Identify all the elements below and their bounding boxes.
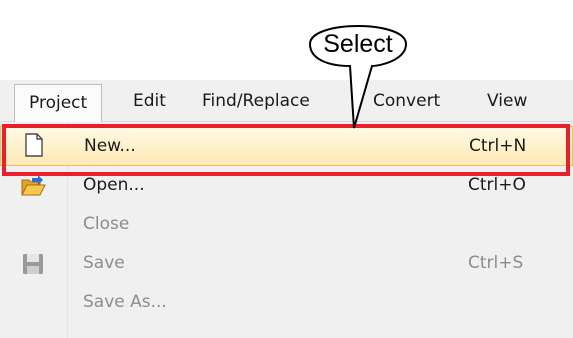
menu-item-close[interactable]: Close xyxy=(0,205,573,244)
highlight-frame xyxy=(2,124,570,176)
save-icon xyxy=(23,254,43,274)
menu-item-save-as[interactable]: Save As... xyxy=(0,283,573,322)
menu-edit[interactable]: Edit xyxy=(133,80,166,122)
menu-item-save[interactable]: Save Ctrl+S xyxy=(0,244,573,283)
menu-project[interactable]: Project xyxy=(14,84,103,122)
callout-label: Select xyxy=(323,30,393,58)
menu-bar: Project Edit Find/Replace Convert View xyxy=(0,80,573,122)
open-folder-icon xyxy=(21,175,46,196)
menu-item-save-as-label: Save As... xyxy=(83,292,167,312)
menu-convert[interactable]: Convert xyxy=(373,80,440,122)
menu-item-close-label: Close xyxy=(83,214,130,234)
menu-item-save-shortcut: Ctrl+S xyxy=(468,253,524,273)
menu-item-save-label: Save xyxy=(83,253,125,273)
menu-find-replace[interactable]: Find/Replace xyxy=(202,80,310,122)
menu-view[interactable]: View xyxy=(487,80,527,122)
